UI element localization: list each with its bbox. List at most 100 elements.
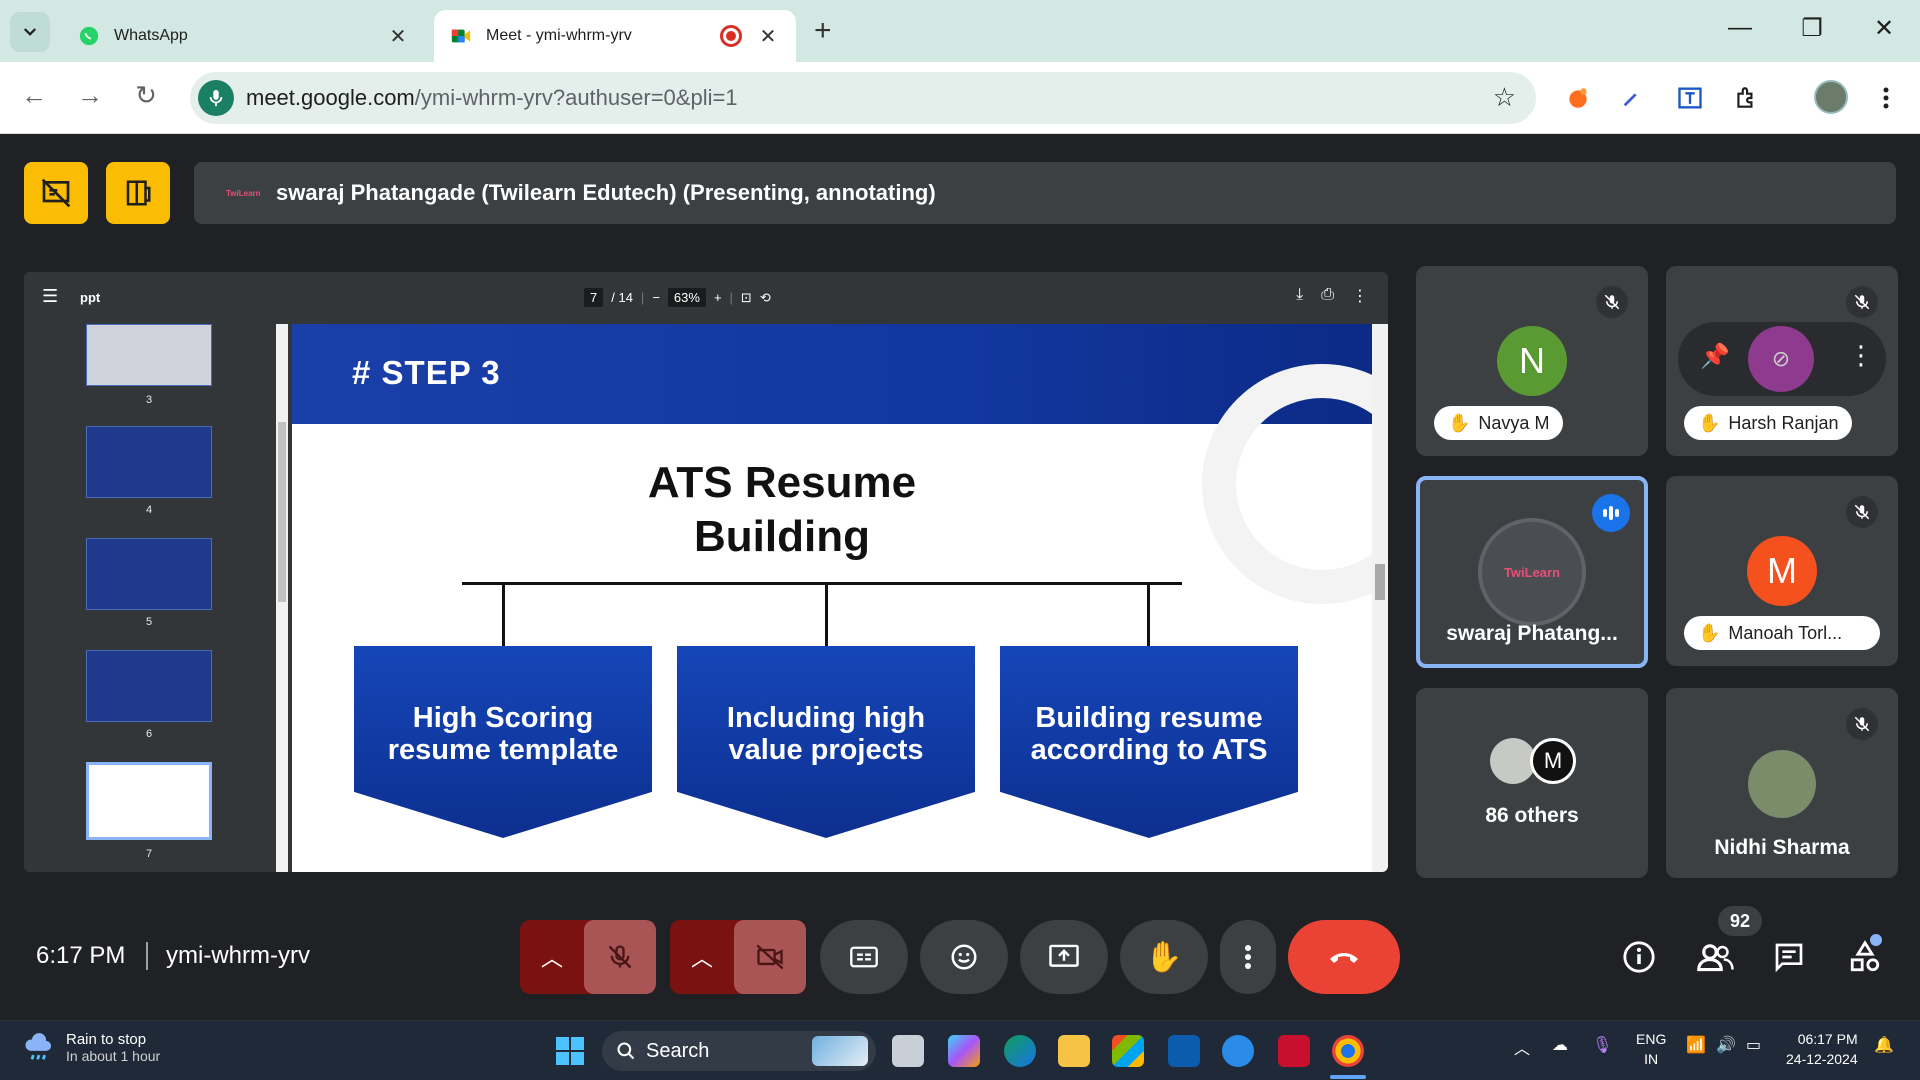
bookmark-star-icon[interactable]: ☆ [1493, 82, 1516, 113]
slide-scrollbar[interactable] [1372, 324, 1388, 872]
mute-participant-icon[interactable]: ⊘ [1748, 326, 1814, 392]
file-explorer-icon[interactable] [1058, 1035, 1090, 1067]
close-window-icon[interactable]: ✕ [1864, 14, 1904, 43]
notification-dot [1870, 934, 1882, 946]
participant-tile[interactable]: Nidhi Sharma [1666, 688, 1898, 878]
microphone-tray-icon[interactable]: 🎙 [1592, 1035, 1612, 1055]
profile-avatar[interactable] [1814, 80, 1848, 114]
thumbnail-scrollbar[interactable] [276, 324, 288, 872]
reactions-button[interactable] [920, 920, 1008, 994]
raise-hand-button[interactable]: ✋ [1120, 920, 1208, 994]
thumbnail-5[interactable] [86, 538, 212, 610]
print-icon[interactable]: ⎙ [1321, 286, 1334, 306]
chrome-menu-icon[interactable] [1870, 82, 1902, 114]
copilot-icon[interactable] [948, 1035, 980, 1067]
minimize-icon[interactable]: — [1720, 14, 1760, 42]
restore-icon[interactable]: ❐ [1792, 14, 1832, 43]
pdf-viewer[interactable]: ☰ ppt 7 / 14 | − 63% + | ⊡ ⟲ ⤓ ⎙ ⋮ 3 4 5… [24, 272, 1388, 872]
present-screen-button[interactable] [1020, 920, 1108, 994]
more-options-icon[interactable]: ⋮ [1352, 286, 1368, 306]
thumbnail-3[interactable] [86, 324, 212, 386]
translate-extension-icon[interactable] [1674, 82, 1706, 114]
rain-cloud-icon [25, 1033, 52, 1060]
active-app-indicator [1330, 1075, 1366, 1079]
taskbar-search[interactable]: Search [602, 1031, 876, 1071]
wifi-icon[interactable]: 📶 [1686, 1035, 1706, 1055]
captions-button[interactable] [820, 920, 908, 994]
participant-tile[interactable]: N ✋ Navya M [1416, 266, 1648, 456]
more-options-button[interactable] [1220, 920, 1276, 994]
others-tile[interactable]: M 86 others [1416, 688, 1648, 878]
hide-annotations-button[interactable] [24, 162, 88, 224]
sidebar-panel-icon [126, 180, 151, 206]
emoji-icon [951, 944, 977, 970]
pin-icon[interactable]: 📌 [1700, 342, 1730, 371]
audio-settings-chevron-icon[interactable]: ︿ [520, 920, 584, 994]
page-number-input[interactable]: 7 [584, 288, 604, 307]
task-view-icon[interactable] [892, 1035, 924, 1067]
help-icon[interactable] [1222, 1035, 1254, 1067]
leave-call-button[interactable] [1288, 920, 1400, 994]
thumbnail-7-selected[interactable] [86, 762, 212, 840]
windows-taskbar: Rain to stop In about 1 hour Search ︿ ☁ … [0, 1020, 1920, 1080]
mic-toggle-button[interactable] [584, 920, 656, 994]
windows-start-icon[interactable] [556, 1037, 584, 1065]
close-tab-icon[interactable]: ✕ [386, 24, 410, 49]
others-count: 86 others [1485, 804, 1579, 827]
rotate-icon[interactable]: ⟲ [760, 290, 771, 306]
participant-name: Nidhi Sharma [1714, 836, 1850, 859]
participant-tile[interactable]: M ✋ Manoah Torl... [1666, 476, 1898, 666]
meeting-details-button[interactable] [1616, 934, 1662, 980]
participant-tile-speaking[interactable]: TwiLearn swaraj Phatang... [1416, 476, 1648, 668]
tab-meet[interactable]: Meet - ymi-whrm-yrv ✕ [434, 10, 796, 62]
edge-icon[interactable] [1004, 1035, 1036, 1067]
menu-icon[interactable]: ☰ [42, 286, 58, 307]
participant-name-chip: ✋ Manoah Torl... [1684, 616, 1880, 650]
extensions-puzzle-icon[interactable] [1730, 82, 1762, 114]
chat-button[interactable] [1766, 934, 1812, 980]
thumbnail-4[interactable] [86, 426, 212, 498]
microsoft-store-icon[interactable] [1112, 1035, 1144, 1067]
tab-whatsapp[interactable]: WhatsApp ✕ [62, 10, 426, 62]
reload-icon[interactable]: ↻ [128, 80, 164, 111]
battery-icon[interactable]: ▭ [1746, 1035, 1761, 1055]
more-options-icon[interactable]: ⋮ [1848, 340, 1874, 371]
back-icon[interactable]: ← [16, 80, 52, 111]
download-icon[interactable]: ⤓ [1296, 286, 1303, 306]
total-pages: / 14 [611, 290, 633, 305]
notifications-bell-icon[interactable]: 🔔 [1874, 1035, 1894, 1055]
mic-off-icon [608, 945, 632, 969]
mcafee-icon[interactable] [1278, 1035, 1310, 1067]
close-tab-icon[interactable]: ✕ [756, 24, 780, 49]
fit-page-icon[interactable]: ⊡ [741, 290, 752, 306]
camera-toggle-button[interactable] [734, 920, 806, 994]
input-language[interactable]: ENG IN [1636, 1029, 1666, 1069]
video-settings-chevron-icon[interactable]: ︿ [670, 920, 734, 994]
onedrive-icon[interactable]: ☁ [1552, 1035, 1568, 1055]
chrome-icon[interactable] [1332, 1035, 1364, 1067]
participant-name-chip: ✋ Navya M [1434, 406, 1564, 440]
zoom-out-icon[interactable]: − [652, 290, 660, 305]
volume-icon[interactable]: 🔊 [1716, 1035, 1736, 1055]
participant-tile[interactable]: 📌 ⊘ ⋮ ✋ Harsh Ranjan [1666, 266, 1898, 456]
myhp-icon[interactable] [1168, 1035, 1200, 1067]
thumbnail-6[interactable] [86, 650, 212, 722]
tab-search-button[interactable] [10, 12, 50, 52]
annotation-panel-button[interactable] [106, 162, 170, 224]
raised-hand-icon: ✋ [1448, 412, 1471, 433]
avatar: M [1747, 536, 1817, 606]
zoom-level[interactable]: 63% [667, 288, 706, 307]
zoom-in-icon[interactable]: + [714, 290, 722, 305]
camera-off-icon [756, 944, 784, 970]
clock-time: 06:17 PM [1797, 1031, 1858, 1047]
weather-widget[interactable]: Rain to stop In about 1 hour [22, 1031, 160, 1065]
extension-orange-icon[interactable] [1562, 82, 1594, 114]
pen-extension-icon[interactable] [1616, 82, 1648, 114]
forward-icon[interactable]: → [72, 80, 108, 111]
show-hidden-icons-icon[interactable]: ︿ [1514, 1035, 1530, 1059]
address-bar[interactable]: meet.google.com/ymi-whrm-yrv?authuser=0&… [190, 72, 1536, 124]
system-clock[interactable]: 06:17 PM 24-12-2024 [1786, 1029, 1858, 1069]
microphone-in-use-icon[interactable] [198, 80, 234, 116]
people-button[interactable] [1692, 934, 1738, 980]
new-tab-button[interactable]: + [814, 14, 832, 48]
